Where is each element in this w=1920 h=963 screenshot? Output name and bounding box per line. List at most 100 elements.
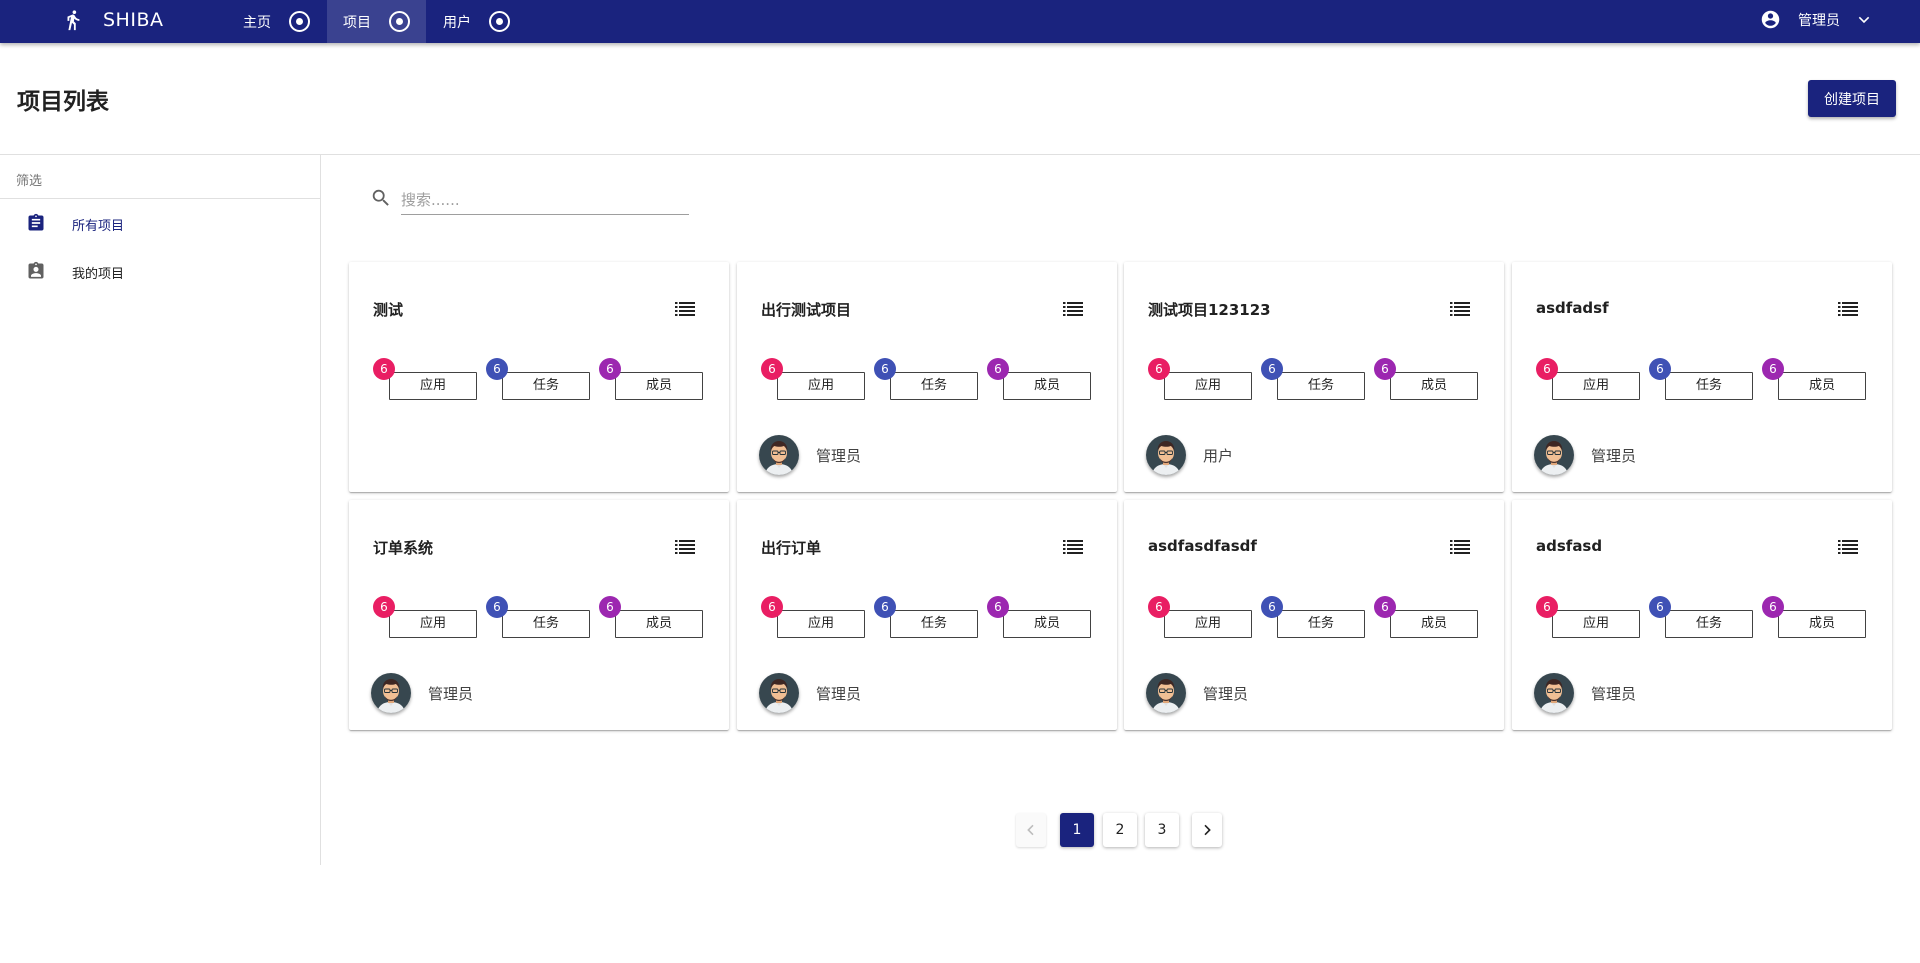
apps-count-badge: 6 (761, 596, 783, 618)
project-card[interactable]: asdfasdfasdf 6 应用 6 任务 6 成员 管理员 (1124, 500, 1504, 730)
list-icon[interactable] (675, 302, 695, 316)
apps-button[interactable]: 应用 (389, 372, 477, 400)
members-button[interactable]: 成员 (615, 372, 703, 400)
project-card[interactable]: 出行测试项目 6 应用 6 任务 6 成员 管理员 (737, 262, 1117, 492)
apps-button[interactable]: 应用 (389, 610, 477, 638)
tasks-button[interactable]: 任务 (1665, 610, 1753, 638)
chevron-left-icon (1027, 824, 1034, 836)
project-card[interactable]: asdfadsf 6 应用 6 任务 6 成员 管理员 (1512, 262, 1892, 492)
brand[interactable]: SHIBA (62, 0, 163, 39)
members-count-badge: 6 (1762, 358, 1784, 380)
project-name: 出行测试项目 (761, 301, 852, 319)
chevron-right-icon (1204, 824, 1211, 836)
list-icon[interactable] (1450, 540, 1470, 554)
tasks-button[interactable]: 任务 (890, 610, 978, 638)
search-input[interactable] (401, 185, 689, 215)
apps-button[interactable]: 应用 (777, 372, 865, 400)
nav-tab-projects[interactable]: 项目 (327, 0, 426, 43)
page-title: 项目列表 (17, 89, 109, 115)
avatar (1534, 673, 1574, 713)
tasks-count-badge: 6 (486, 596, 508, 618)
tasks-count-badge: 6 (1649, 596, 1671, 618)
page-button-1[interactable]: 1 (1060, 813, 1094, 847)
next-page-button[interactable] (1192, 813, 1222, 847)
nav-tab-label: 项目 (343, 14, 371, 31)
apps-button[interactable]: 应用 (777, 610, 865, 638)
owner-name: 用户 (1203, 446, 1234, 465)
app-bar: SHIBA 主页 项目 用户 管理员 (0, 0, 1920, 43)
owner-name: 管理员 (428, 684, 474, 703)
members-button[interactable]: 成员 (615, 610, 703, 638)
apps-button[interactable]: 应用 (1552, 610, 1640, 638)
sidebar-item-my-projects[interactable]: 我的项目 (0, 248, 320, 294)
user-menu[interactable]: 管理员 (1760, 0, 1872, 39)
apps-count-badge: 6 (373, 358, 395, 380)
list-icon[interactable] (1063, 302, 1083, 316)
filter-title: 筛选 (16, 174, 43, 189)
nav-tab-label: 主页 (243, 14, 271, 31)
list-icon[interactable] (675, 540, 695, 554)
tasks-button[interactable]: 任务 (1277, 372, 1365, 400)
page-button-3[interactable]: 3 (1145, 813, 1179, 847)
apps-count-badge: 6 (1536, 358, 1558, 380)
avatar (371, 673, 411, 713)
project-name: adsfasd (1536, 537, 1603, 555)
members-button[interactable]: 成员 (1003, 372, 1091, 400)
members-count-badge: 6 (1374, 358, 1396, 380)
apps-count-badge: 6 (1148, 596, 1170, 618)
avatar (759, 673, 799, 713)
sidebar: 筛选 所有项目 我的项目 (0, 155, 321, 865)
members-button[interactable]: 成员 (1003, 610, 1091, 638)
prev-page-button[interactable] (1016, 813, 1046, 847)
tasks-button[interactable]: 任务 (502, 372, 590, 400)
tasks-button[interactable]: 任务 (1665, 372, 1753, 400)
project-owner: 管理员 (759, 673, 861, 713)
apps-button[interactable]: 应用 (1164, 610, 1252, 638)
avatar (1146, 673, 1186, 713)
project-name: asdfasdfasdf (1148, 537, 1257, 555)
members-count-badge: 6 (1762, 596, 1784, 618)
project-card[interactable]: 测试项目123123 6 应用 6 任务 6 成员 用户 (1124, 262, 1504, 492)
avatar (759, 435, 799, 475)
chevron-down-icon (1858, 16, 1870, 23)
tasks-button[interactable]: 任务 (1277, 610, 1365, 638)
list-icon[interactable] (1450, 302, 1470, 316)
project-name: asdfadsf (1536, 299, 1609, 317)
members-button[interactable]: 成员 (1778, 610, 1866, 638)
clipboard-icon (28, 213, 44, 231)
members-button[interactable]: 成员 (1778, 372, 1866, 400)
tasks-count-badge: 6 (1261, 596, 1283, 618)
project-card[interactable]: adsfasd 6 应用 6 任务 6 成员 管理员 (1512, 500, 1892, 730)
apps-count-badge: 6 (1536, 596, 1558, 618)
nav-tab-home[interactable]: 主页 (227, 0, 326, 43)
create-project-button[interactable]: 创建项目 (1808, 80, 1896, 117)
search-icon (372, 189, 389, 206)
project-name: 测试项目123123 (1148, 301, 1271, 319)
project-card[interactable]: 订单系统 6 应用 6 任务 6 成员 管理员 (349, 500, 729, 730)
tasks-count-badge: 6 (1649, 358, 1671, 380)
page-button-2[interactable]: 2 (1103, 813, 1137, 847)
members-count-badge: 6 (599, 358, 621, 380)
project-owner: 管理员 (1534, 435, 1636, 475)
runner-icon (67, 9, 80, 30)
tasks-button[interactable]: 任务 (502, 610, 590, 638)
sidebar-item-all-projects[interactable]: 所有项目 (0, 200, 320, 246)
nav-tab-users[interactable]: 用户 (427, 0, 526, 43)
apps-button[interactable]: 应用 (1164, 372, 1252, 400)
project-card[interactable]: 测试 6 应用 6 任务 6 成员 (349, 262, 729, 492)
list-icon[interactable] (1838, 302, 1858, 316)
project-owner: 管理员 (1534, 673, 1636, 713)
tasks-button[interactable]: 任务 (890, 372, 978, 400)
list-icon[interactable] (1063, 540, 1083, 554)
project-card[interactable]: 出行订单 6 应用 6 任务 6 成员 管理员 (737, 500, 1117, 730)
members-button[interactable]: 成员 (1390, 610, 1478, 638)
list-icon[interactable] (1838, 540, 1858, 554)
brand-name: SHIBA (103, 8, 164, 31)
owner-name: 管理员 (1591, 684, 1637, 703)
assignment-ind-icon (28, 261, 44, 279)
apps-button[interactable]: 应用 (1552, 372, 1640, 400)
apps-count-badge: 6 (1148, 358, 1170, 380)
members-count-badge: 6 (599, 596, 621, 618)
members-button[interactable]: 成员 (1390, 372, 1478, 400)
nav-tab-label: 用户 (443, 14, 471, 31)
